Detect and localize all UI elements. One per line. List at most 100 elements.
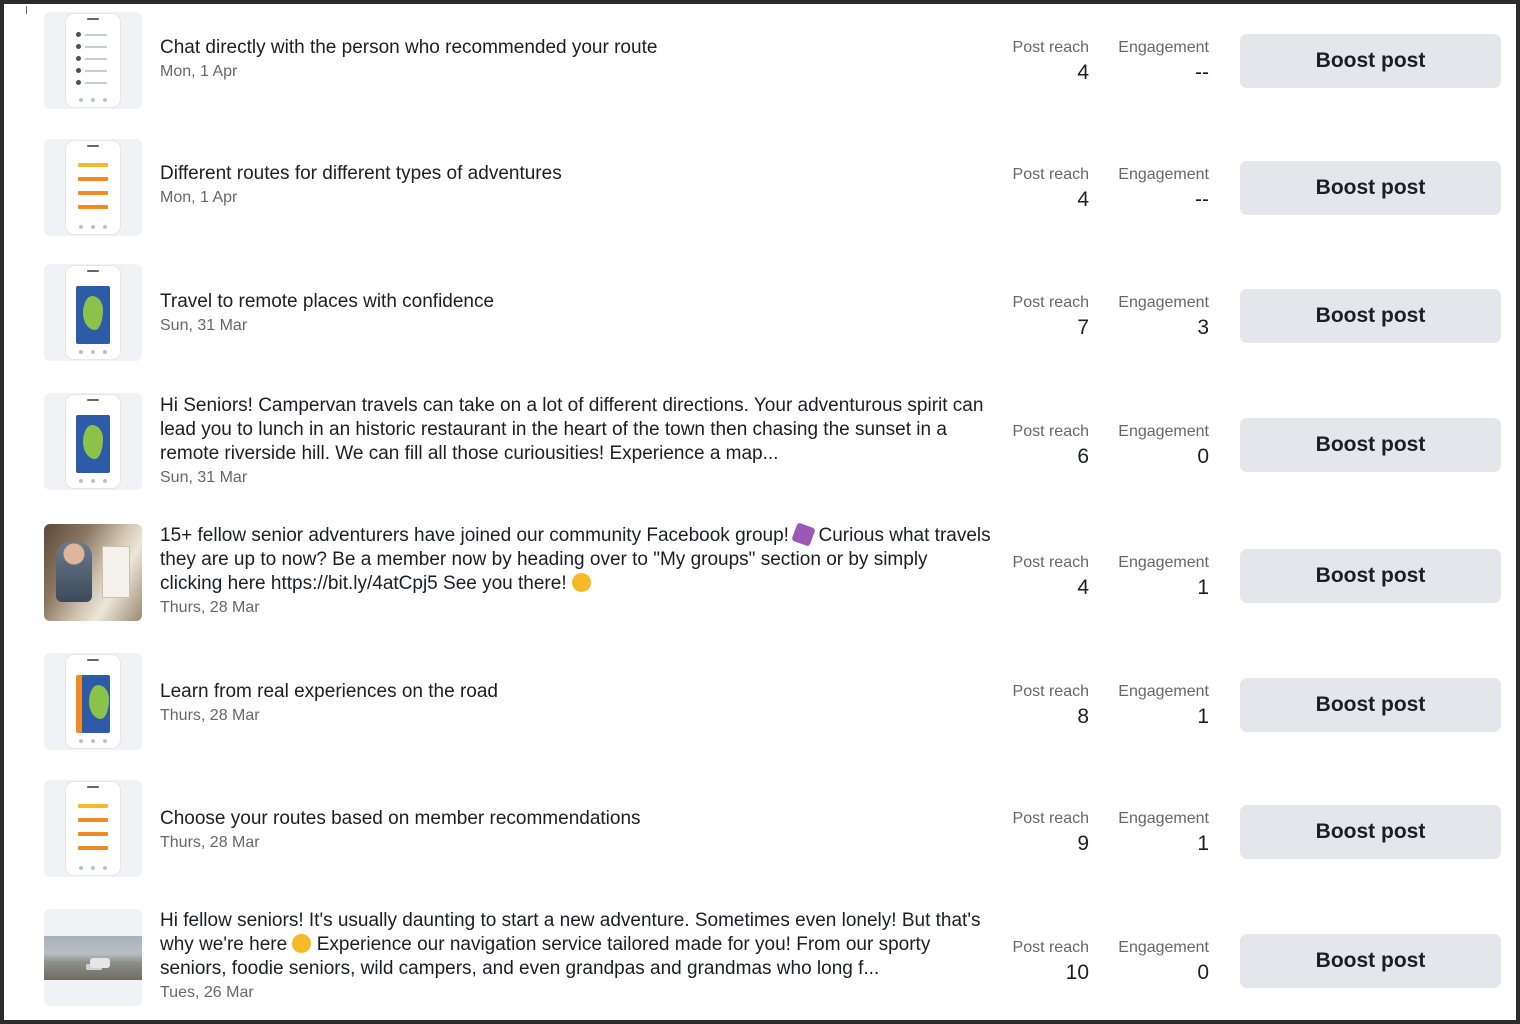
boost-post-button[interactable]: Boost post bbox=[1240, 934, 1501, 988]
engagement-value: 1 bbox=[1197, 576, 1209, 599]
post-row: 15+ fellow senior adventurers have joine… bbox=[4, 522, 1516, 644]
post-reach-label: Post reach bbox=[1012, 683, 1089, 700]
boost-post-button[interactable]: Boost post bbox=[1240, 805, 1501, 859]
post-date: Sun, 31 Mar bbox=[160, 469, 248, 486]
engagement-label: Engagement bbox=[1118, 939, 1209, 956]
boost-post-button[interactable]: Boost post bbox=[1240, 549, 1501, 603]
post-text[interactable]: 15+ fellow senior adventurers have joine… bbox=[160, 522, 992, 618]
post-title: Different routes for different types of … bbox=[160, 163, 562, 184]
post-reach-metric: Post reach 6 bbox=[996, 422, 1089, 470]
engagement-metric: Engagement 1 bbox=[1106, 553, 1209, 601]
post-reach-metric: Post reach 9 bbox=[996, 809, 1089, 857]
post-reach-label: Post reach bbox=[1012, 554, 1089, 571]
engagement-metric: Engagement 0 bbox=[1106, 938, 1209, 986]
post-title: Hi Seniors! Campervan travels can take o… bbox=[160, 395, 984, 464]
engagement-metric: Engagement 0 bbox=[1106, 422, 1209, 470]
engagement-value: 1 bbox=[1197, 832, 1209, 855]
post-text[interactable]: Different routes for different types of … bbox=[160, 162, 992, 208]
post-text[interactable]: Choose your routes based on member recom… bbox=[160, 807, 992, 853]
post-thumbnail[interactable] bbox=[44, 393, 142, 490]
engagement-label: Engagement bbox=[1118, 423, 1209, 440]
app-screenshot-route-list bbox=[66, 141, 120, 234]
post-reach-metric: Post reach 4 bbox=[996, 165, 1089, 213]
post-title: Hi fellow seniors! It's usually daunting… bbox=[160, 909, 992, 981]
post-reach-value: 10 bbox=[1065, 961, 1089, 984]
engagement-label: Engagement bbox=[1118, 294, 1209, 311]
engagement-value: 0 bbox=[1197, 961, 1209, 984]
engagement-value: -- bbox=[1195, 61, 1209, 84]
post-reach-metric: Post reach 10 bbox=[996, 938, 1089, 986]
app-screenshot-map bbox=[66, 395, 120, 488]
post-reach-label: Post reach bbox=[1012, 939, 1089, 956]
post-reach-label: Post reach bbox=[1012, 810, 1089, 827]
post-row: Choose your routes based on member recom… bbox=[4, 776, 1516, 904]
post-text[interactable]: Travel to remote places with confidence … bbox=[160, 290, 992, 336]
post-reach-label: Post reach bbox=[1012, 294, 1089, 311]
engagement-value: 1 bbox=[1197, 705, 1209, 728]
post-reach-label: Post reach bbox=[1012, 166, 1089, 183]
app-screenshot-map bbox=[66, 266, 120, 359]
post-reach-value: 8 bbox=[1077, 705, 1089, 728]
app-screenshot-map-orange bbox=[66, 655, 120, 748]
engagement-label: Engagement bbox=[1118, 554, 1209, 571]
photo-senior-couple bbox=[44, 524, 142, 621]
post-thumbnail[interactable] bbox=[44, 780, 142, 877]
post-row: Hi fellow seniors! It's usually daunting… bbox=[4, 908, 1516, 1020]
post-text[interactable]: Hi fellow seniors! It's usually daunting… bbox=[160, 909, 992, 1003]
smiling-face-icon bbox=[571, 573, 591, 592]
post-reach-value: 9 bbox=[1077, 832, 1089, 855]
engagement-metric: Engagement 1 bbox=[1106, 682, 1209, 730]
engagement-metric: Engagement -- bbox=[1106, 38, 1209, 86]
post-reach-metric: Post reach 4 bbox=[996, 38, 1089, 86]
post-thumbnail[interactable] bbox=[44, 12, 142, 109]
photo-campervan-beach bbox=[44, 935, 142, 980]
post-title-part: 15+ fellow senior adventurers have joine… bbox=[160, 525, 795, 546]
post-thumbnail[interactable] bbox=[44, 524, 142, 621]
posts-list: Chat directly with the person who recomm… bbox=[4, 4, 1516, 1020]
engagement-value: -- bbox=[1195, 188, 1209, 211]
engagement-label: Engagement bbox=[1118, 810, 1209, 827]
post-reach-value: 4 bbox=[1077, 61, 1089, 84]
post-title: Learn from real experiences on the road bbox=[160, 681, 498, 702]
boost-post-button[interactable]: Boost post bbox=[1240, 418, 1501, 472]
post-reach-metric: Post reach 8 bbox=[996, 682, 1089, 730]
boost-post-button[interactable]: Boost post bbox=[1240, 678, 1501, 732]
post-thumbnail[interactable] bbox=[44, 909, 142, 1006]
post-text[interactable]: Learn from real experiences on the road … bbox=[160, 680, 992, 726]
boost-post-button[interactable]: Boost post bbox=[1240, 34, 1501, 88]
post-title: Choose your routes based on member recom… bbox=[160, 808, 641, 829]
post-date: Tues, 26 Mar bbox=[160, 984, 254, 1001]
post-text[interactable]: Chat directly with the person who recomm… bbox=[160, 36, 992, 82]
post-reach-value: 4 bbox=[1077, 576, 1089, 599]
post-title: Travel to remote places with confidence bbox=[160, 291, 495, 312]
post-row: Chat directly with the person who recomm… bbox=[4, 8, 1516, 136]
post-date: Mon, 1 Apr bbox=[160, 189, 238, 206]
post-reach-value: 4 bbox=[1077, 188, 1089, 211]
post-reach-metric: Post reach 7 bbox=[996, 293, 1089, 341]
post-row: Learn from real experiences on the road … bbox=[4, 649, 1516, 777]
post-reach-label: Post reach bbox=[1012, 423, 1089, 440]
post-row: Hi Seniors! Campervan travels can take o… bbox=[4, 393, 1516, 513]
hugging-face-icon bbox=[292, 934, 312, 953]
post-date: Mon, 1 Apr bbox=[160, 63, 238, 80]
app-screenshot-route-list bbox=[66, 782, 120, 875]
post-reach-value: 6 bbox=[1077, 445, 1089, 468]
post-reach-metric: Post reach 4 bbox=[996, 553, 1089, 601]
post-date: Thurs, 28 Mar bbox=[160, 834, 260, 851]
engagement-label: Engagement bbox=[1118, 683, 1209, 700]
post-thumbnail[interactable] bbox=[44, 264, 142, 361]
post-reach-label: Post reach bbox=[1012, 39, 1089, 56]
engagement-label: Engagement bbox=[1118, 166, 1209, 183]
post-text[interactable]: Hi Seniors! Campervan travels can take o… bbox=[160, 394, 992, 488]
engagement-metric: Engagement 3 bbox=[1106, 293, 1209, 341]
engagement-metric: Engagement -- bbox=[1106, 165, 1209, 213]
boost-post-button[interactable]: Boost post bbox=[1240, 161, 1501, 215]
app-screenshot-chat-list bbox=[66, 14, 120, 107]
post-thumbnail[interactable] bbox=[44, 653, 142, 750]
engagement-label: Engagement bbox=[1118, 39, 1209, 56]
post-thumbnail[interactable] bbox=[44, 139, 142, 236]
engagement-value: 0 bbox=[1197, 445, 1209, 468]
boost-post-button[interactable]: Boost post bbox=[1240, 289, 1501, 343]
post-reach-value: 7 bbox=[1077, 316, 1089, 339]
engagement-value: 3 bbox=[1197, 316, 1209, 339]
